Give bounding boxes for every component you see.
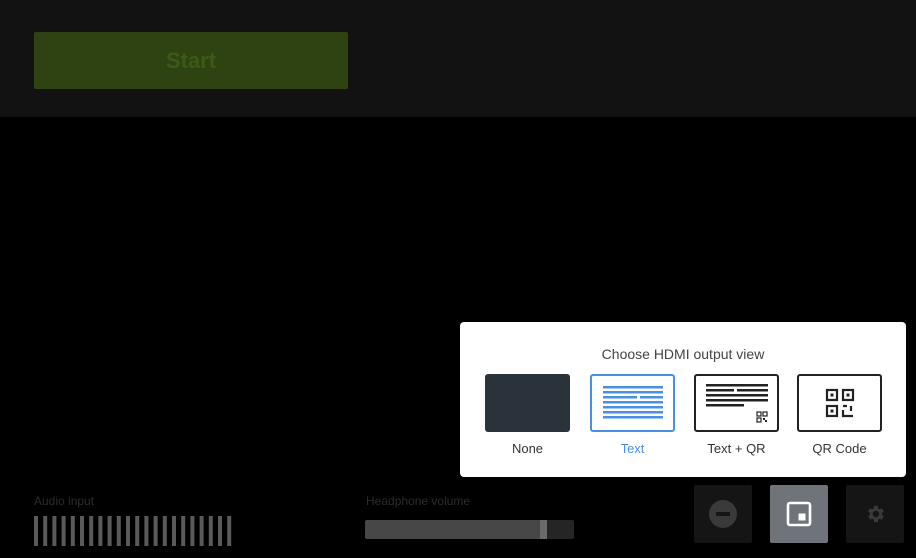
text-lines-icon: [590, 374, 675, 432]
qr-code-icon: [797, 374, 882, 432]
meter-bar: [70, 516, 75, 546]
meter-bar: [227, 516, 232, 546]
option-label: Text + QR: [707, 441, 766, 456]
hdmi-option-none[interactable]: None: [485, 374, 570, 456]
headphone-volume-slider[interactable]: [365, 520, 574, 539]
meter-bar: [199, 516, 204, 546]
meter-bar: [144, 516, 149, 546]
meter-bar: [98, 516, 103, 546]
meter-bar: [52, 516, 57, 546]
minus-circle-icon: [709, 500, 737, 528]
meter-bar: [181, 516, 186, 546]
meter-bar: [135, 516, 140, 546]
option-label: Text: [620, 441, 645, 456]
meter-bar: [61, 516, 66, 546]
meter-bar: [89, 516, 94, 546]
meter-bar: [80, 516, 84, 546]
minus-button[interactable]: [694, 485, 752, 543]
meter-bar: [153, 516, 158, 546]
meter-bar: [43, 516, 48, 546]
option-label: QR Code: [812, 441, 867, 456]
hdmi-output-icon: [786, 501, 812, 527]
audio-level-meter: [34, 516, 232, 546]
hdmi-option-text-qr[interactable]: Text + QR: [694, 374, 779, 456]
hdmi-option-qr-code[interactable]: QR Code: [797, 374, 882, 456]
meter-bar: [126, 516, 130, 546]
meter-bar: [162, 516, 167, 546]
option-label: None: [511, 441, 544, 456]
hdmi-output-button[interactable]: [770, 485, 828, 543]
meter-bar: [218, 516, 222, 546]
meter-bar: [172, 516, 176, 546]
volume-knob[interactable]: [539, 520, 547, 539]
top-bar: Start: [0, 0, 916, 117]
meter-bar: [107, 516, 112, 546]
meter-bar: [190, 516, 195, 546]
meter-bar: [116, 516, 121, 546]
hdmi-output-panel: Choose HDMI output view None Text Text +…: [460, 322, 906, 477]
hdmi-option-text[interactable]: Text: [590, 374, 675, 456]
headphone-volume-label: Headphone volume: [366, 494, 471, 508]
text-qr-icon: [694, 374, 779, 432]
volume-fill: [365, 520, 547, 539]
panel-title: Choose HDMI output view: [601, 346, 765, 362]
gear-icon: [868, 505, 884, 523]
meter-bar: [208, 516, 213, 546]
start-button[interactable]: Start: [34, 32, 348, 89]
settings-button[interactable]: [846, 485, 904, 543]
meter-bar: [34, 516, 38, 546]
audio-input-label: Audio input: [34, 494, 95, 508]
blank-screen-icon: [485, 374, 570, 432]
